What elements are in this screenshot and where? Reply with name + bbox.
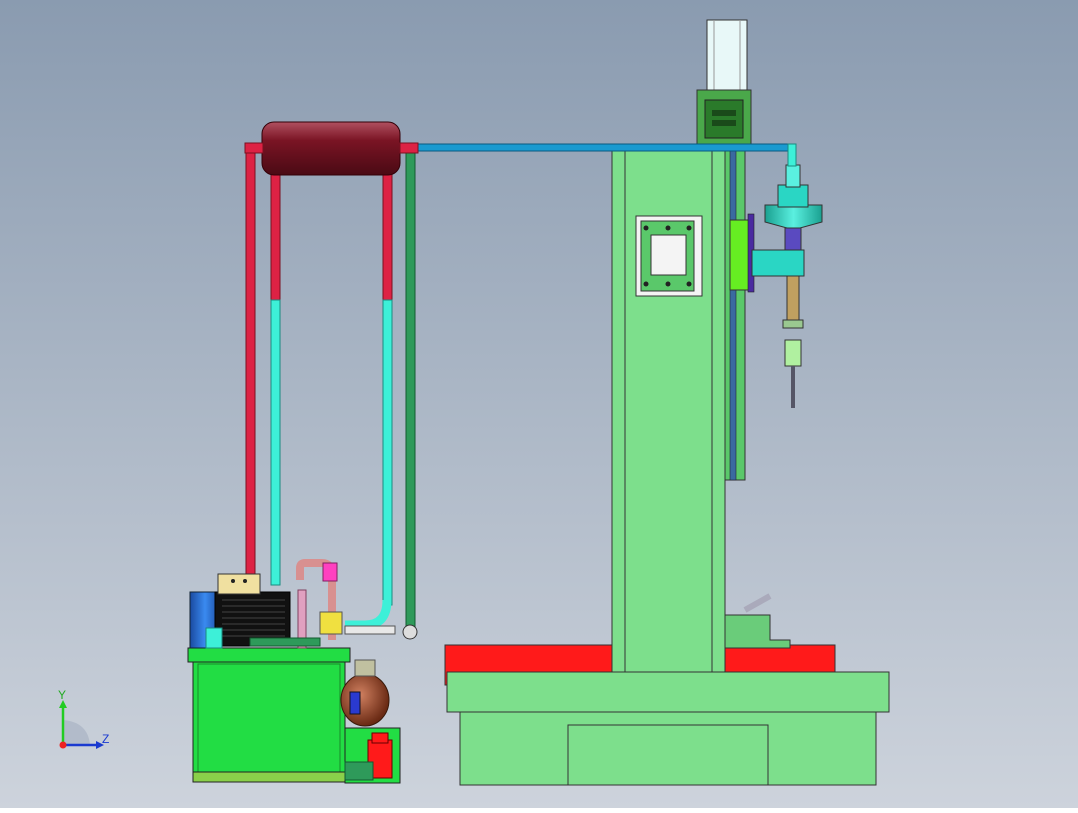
screw-icon <box>231 579 235 583</box>
oil-tank-panel <box>197 663 341 773</box>
manifold-tube <box>344 625 396 635</box>
manifold-valve[interactable] <box>319 611 343 635</box>
coolant-pipe-blue[interactable] <box>409 143 796 152</box>
access-window-opening <box>650 234 687 276</box>
terminal-box[interactable] <box>217 573 261 595</box>
gear-icon <box>712 110 736 116</box>
supply-pipe-cyan[interactable] <box>270 299 281 586</box>
drum-inlet-red <box>382 171 393 303</box>
accumulator[interactable] <box>340 673 390 727</box>
valve-handle[interactable] <box>371 732 389 744</box>
spindle-motor-housing[interactable] <box>764 204 823 229</box>
outlet-pipe <box>344 761 374 781</box>
pipe-fitting-icon <box>402 624 418 640</box>
spindle-nut <box>782 319 804 329</box>
motor-coupling <box>205 627 223 649</box>
tank-lid[interactable] <box>187 647 351 663</box>
y-axis-label: Y <box>58 688 66 702</box>
spindle-motor-top <box>785 164 801 188</box>
bolt-icon <box>643 281 649 287</box>
drum-fitting-left <box>244 142 264 154</box>
tool-chuck[interactable] <box>784 339 802 367</box>
cad-scene[interactable]: Y Z <box>0 0 1078 808</box>
cad-viewport[interactable]: Y Z <box>0 0 1078 808</box>
spindle-quill[interactable] <box>786 275 800 321</box>
bolt-icon <box>686 225 692 231</box>
gear-icon <box>712 120 736 126</box>
bolt-icon <box>665 281 671 287</box>
drum-outlet-red <box>270 171 281 303</box>
machine-column[interactable] <box>611 147 746 673</box>
cooler-drum[interactable] <box>261 121 401 176</box>
z-axis-label: Z <box>102 732 109 746</box>
coolant-pipe-drop <box>787 143 797 167</box>
screw-icon <box>243 579 247 583</box>
base-recess <box>567 724 769 786</box>
accumulator-mount <box>349 691 361 715</box>
spindle-coupling <box>784 227 802 251</box>
suction-pipe <box>249 637 321 647</box>
accumulator-valve <box>354 659 376 677</box>
base-plate[interactable] <box>446 671 890 713</box>
pipe-elbow-magenta <box>322 562 338 582</box>
bolt-icon <box>686 281 692 287</box>
return-pipe-red[interactable] <box>245 143 256 580</box>
feed-motor[interactable] <box>706 19 748 93</box>
bolt-icon <box>643 225 649 231</box>
x-axis-dot <box>59 741 67 749</box>
drain-pipe-green[interactable] <box>405 147 416 631</box>
spindle-motor-cap <box>777 184 809 208</box>
tank-base <box>192 771 346 783</box>
spindle-arm[interactable] <box>751 249 805 277</box>
supply-pipe-cyan-right[interactable] <box>382 299 393 606</box>
bolt-icon <box>665 225 671 231</box>
drum-fitting-right <box>399 142 419 154</box>
gearbox-cover <box>704 99 744 139</box>
rail-strip <box>729 147 737 481</box>
